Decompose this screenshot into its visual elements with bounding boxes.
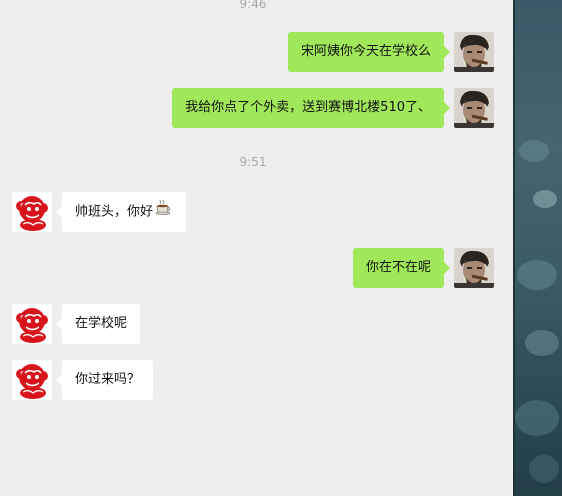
- man-with-cigar-avatar[interactable]: [454, 32, 494, 72]
- received-message-bubble[interactable]: 帅班头，你好: [55, 192, 187, 232]
- man-with-cigar-avatar[interactable]: [454, 248, 494, 288]
- chat-panel: 9:46 宋阿姨你今天在学校么 我给你点了个外卖，送到赛博北楼510了、 9:5…: [0, 0, 513, 496]
- sent-message-bubble[interactable]: 你在不在呢: [352, 248, 451, 288]
- received-message-bubble[interactable]: 在学校呢: [55, 304, 141, 344]
- received-message-bubble[interactable]: 你过来吗？: [55, 360, 154, 400]
- message-text: 帅班头，你好: [75, 204, 154, 220]
- red-monkey-papercut-avatar[interactable]: [12, 304, 52, 344]
- coffee-cup-icon: [155, 192, 173, 232]
- red-monkey-papercut-avatar[interactable]: [12, 360, 52, 400]
- timestamp: 9:51: [239, 155, 267, 169]
- man-with-cigar-avatar[interactable]: [454, 88, 494, 128]
- sent-message-bubble[interactable]: 我给你点了个外卖，送到赛博北楼510了、: [172, 88, 450, 128]
- red-monkey-papercut-avatar[interactable]: [12, 192, 52, 232]
- sent-message-bubble[interactable]: 宋阿姨你今天在学校么: [287, 32, 451, 72]
- timestamp: 9:46: [239, 0, 267, 11]
- desktop-background: [513, 0, 562, 496]
